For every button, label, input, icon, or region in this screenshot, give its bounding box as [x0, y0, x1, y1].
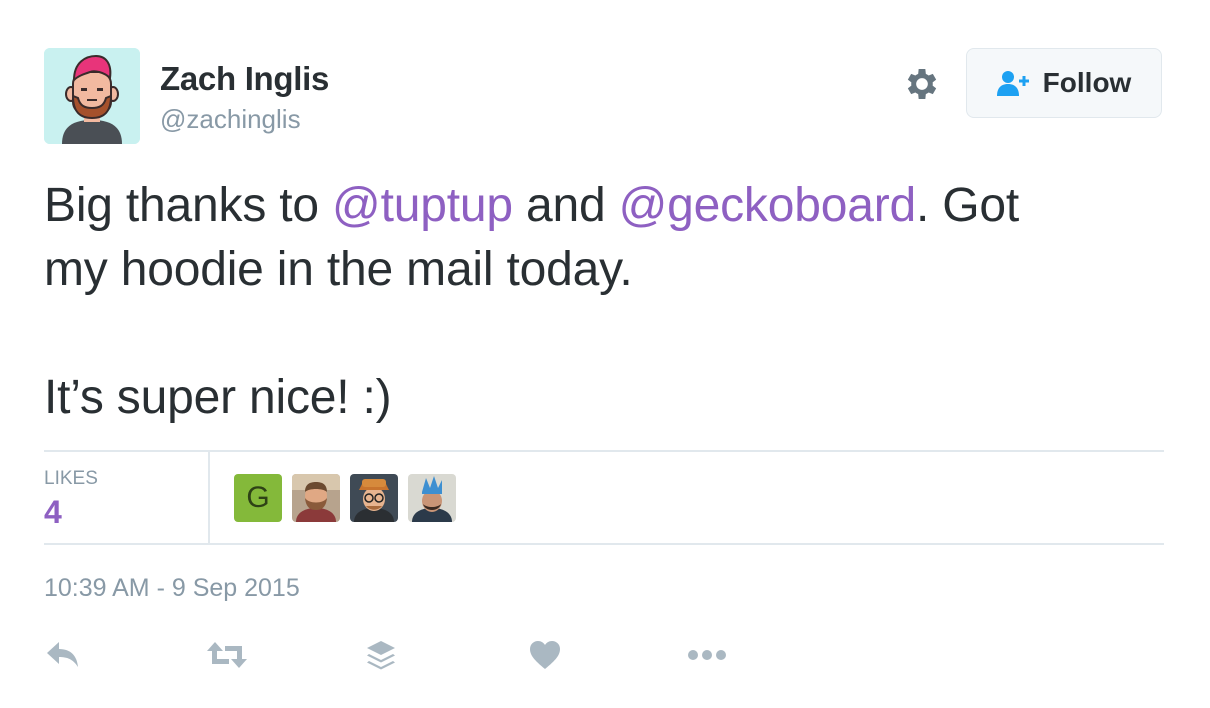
tweet-line-3: It’s super nice! :) [44, 371, 392, 424]
likers-list: G [234, 474, 456, 522]
user-handle[interactable]: @zachinglis [160, 104, 301, 135]
liker-avatar-man-with-crown-hat[interactable] [408, 474, 456, 522]
likes-label: LIKES [44, 468, 98, 489]
follow-button[interactable]: Follow [966, 48, 1162, 118]
liker-avatar-man-with-hat[interactable] [350, 474, 398, 522]
mention-link-geckoboard[interactable]: @geckoboard [619, 179, 917, 232]
stats-separator [208, 452, 210, 544]
tweet-text: Big thanks to @tuptup and @geckoboard. G… [44, 174, 1164, 430]
liker-initial: G [246, 481, 270, 514]
divider [44, 543, 1164, 545]
reply-icon[interactable] [38, 630, 88, 680]
gear-icon[interactable] [902, 64, 942, 104]
tweet-line-1: Big thanks to @tuptup and @geckoboard. G… [44, 174, 1164, 238]
tweet-text-segment: and [512, 179, 619, 232]
mention-link-tuptup[interactable]: @tuptup [332, 179, 513, 232]
like-icon[interactable] [520, 630, 570, 680]
tweet-timestamp[interactable]: 10:39 AM - 9 Sep 2015 [44, 574, 300, 603]
avatar-illustration [44, 48, 140, 144]
buffer-icon[interactable] [356, 630, 406, 680]
tweet-actions [44, 630, 764, 680]
follow-button-label: Follow [1042, 67, 1132, 98]
retweet-icon[interactable] [202, 630, 252, 680]
divider [44, 450, 1164, 452]
liker-avatar-g[interactable]: G [234, 474, 282, 522]
user-display-name[interactable]: Zach Inglis [160, 60, 329, 98]
add-user-icon [996, 71, 1029, 96]
profile-avatar[interactable] [44, 48, 140, 144]
tweet-text-segment: Big thanks to [44, 179, 333, 232]
tweet-line-2: my hoodie in the mail today. [44, 243, 633, 296]
tweet-text-segment: . Got [915, 179, 1020, 232]
likes-count[interactable]: 4 [44, 494, 62, 531]
liker-avatar-bearded-man[interactable] [292, 474, 340, 522]
more-icon[interactable] [682, 630, 732, 680]
